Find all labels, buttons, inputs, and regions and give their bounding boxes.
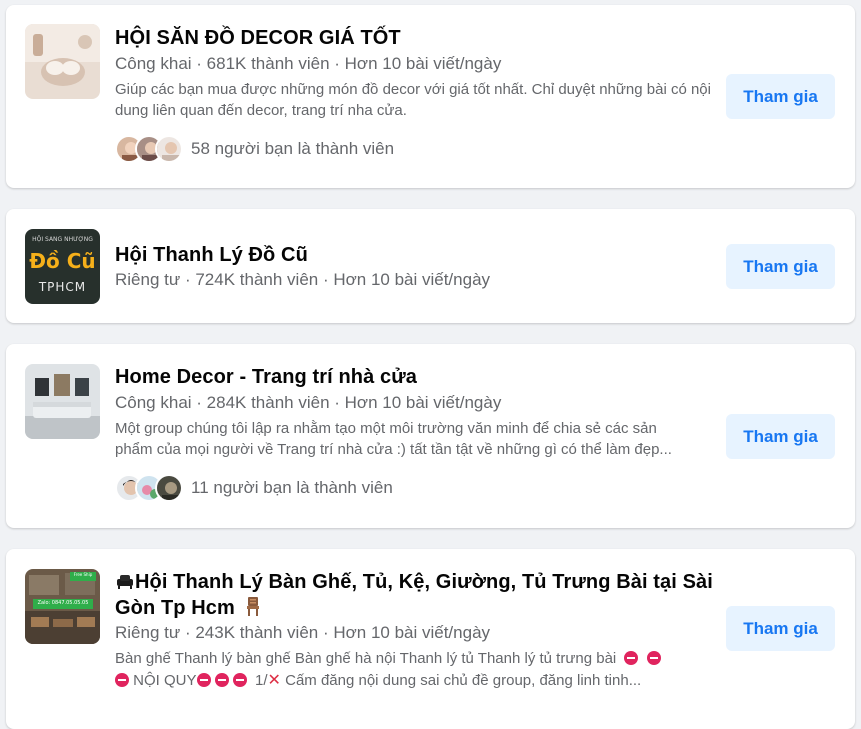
group-name-line: Gòn Tp Hcm [115,597,235,619]
no-entry-icon [646,651,661,665]
join-group-button[interactable]: Tham gia [726,244,835,289]
friends-members: 58 người bạn là thành viên [115,134,394,164]
group-name[interactable]: HỘI SĂN ĐỒ DECOR GIÁ TỐT [115,25,401,51]
group-meta: Riêng tư · 243K thành viên · Hơn 10 bài … [115,623,491,642]
thumbnail-phone-text: Zalo: 0847.05.05.05 [37,600,89,606]
group-name[interactable]: Hội Thanh Lý Bàn Ghế, Tủ, Kệ, Giường, Tủ… [115,569,715,621]
chair-icon [246,597,259,616]
group-card: Home Decor - Trang trí nhà cửa Công khai… [6,344,855,528]
group-thumbnail[interactable]: HỘI SANG NHƯỢNG Đồ Cũ TPHCM [25,229,100,304]
avatar [155,474,183,502]
group-meta: Công khai · 284K thành viên · Hơn 10 bài… [115,393,502,412]
join-group-button[interactable]: Tham gia [726,74,835,119]
group-card: HỘI SANG NHƯỢNG Đồ Cũ TPHCM Hội Thanh Lý… [6,209,855,323]
group-name-line: Hội Thanh Lý Bàn Ghế, Tủ, Kệ, Giường, Tủ… [135,571,713,593]
group-name[interactable]: Home Decor - Trang trí nhà cửa [115,364,417,390]
group-thumbnail[interactable] [25,24,100,99]
group-description-text: Cấm đăng nội dung sai chủ đề group, đăng… [285,672,642,689]
group-description-line: phẩm của mọi người về Trang trí nhà cửa … [115,441,672,458]
thumbnail-bottom-text: TPHCM [38,280,87,294]
join-group-button[interactable]: Tham gia [726,606,835,651]
no-entry-icon [232,673,247,687]
thumbnail-top-text: HỘI SANG NHƯỢNG [32,236,93,243]
group-description: Giúp các bạn mua được những món đồ decor… [115,81,711,119]
thumbnail-tag-text: Free Ship [73,572,93,577]
thumbnail-main-text: Đồ Cũ [29,249,96,273]
group-name[interactable]: Hội Thanh Lý Đồ Cũ [115,242,308,268]
friends-count-text: 58 người bạn là thành viên [191,139,395,158]
group-thumbnail[interactable] [25,364,100,439]
group-description-line: Một group chúng tôi lập ra nhằm tạo một … [115,420,657,437]
group-description: Một group chúng tôi lập ra nhằm tạo một … [115,418,715,460]
group-description-line: Bàn ghế Thanh lý bàn ghế Bàn ghế hà nội … [115,650,617,667]
group-meta: Riêng tư · 724K thành viên · Hơn 10 bài … [115,270,491,289]
no-entry-icon [196,673,211,687]
cross-mark-icon: ✕ [267,670,281,689]
no-entry-icon [214,673,229,687]
join-group-button[interactable]: Tham gia [726,414,835,459]
group-description: Bàn ghế Thanh lý bàn ghế Bàn ghế hà nội … [115,648,715,691]
group-thumbnail[interactable]: Free Ship Zalo: 0847.05.05.05 [25,569,100,644]
group-card: Free Ship Zalo: 0847.05.05.05 Hội Thanh … [6,549,855,729]
group-description-text: NỘI QUY [133,672,197,689]
sofa-icon [117,575,133,589]
group-meta: Công khai · 681K thành viên · Hơn 10 bài… [115,54,502,73]
no-entry-icon [115,673,129,687]
avatar [155,135,183,163]
group-description-text: 1/ [255,672,268,689]
no-entry-icon [624,651,639,665]
friends-members: 11 người bạn là thành viên [115,473,393,503]
friends-count-text: 11 người bạn là thành viên [191,478,393,497]
group-card: HỘI SĂN ĐỒ DECOR GIÁ TỐT Công khai · 681… [6,5,855,188]
